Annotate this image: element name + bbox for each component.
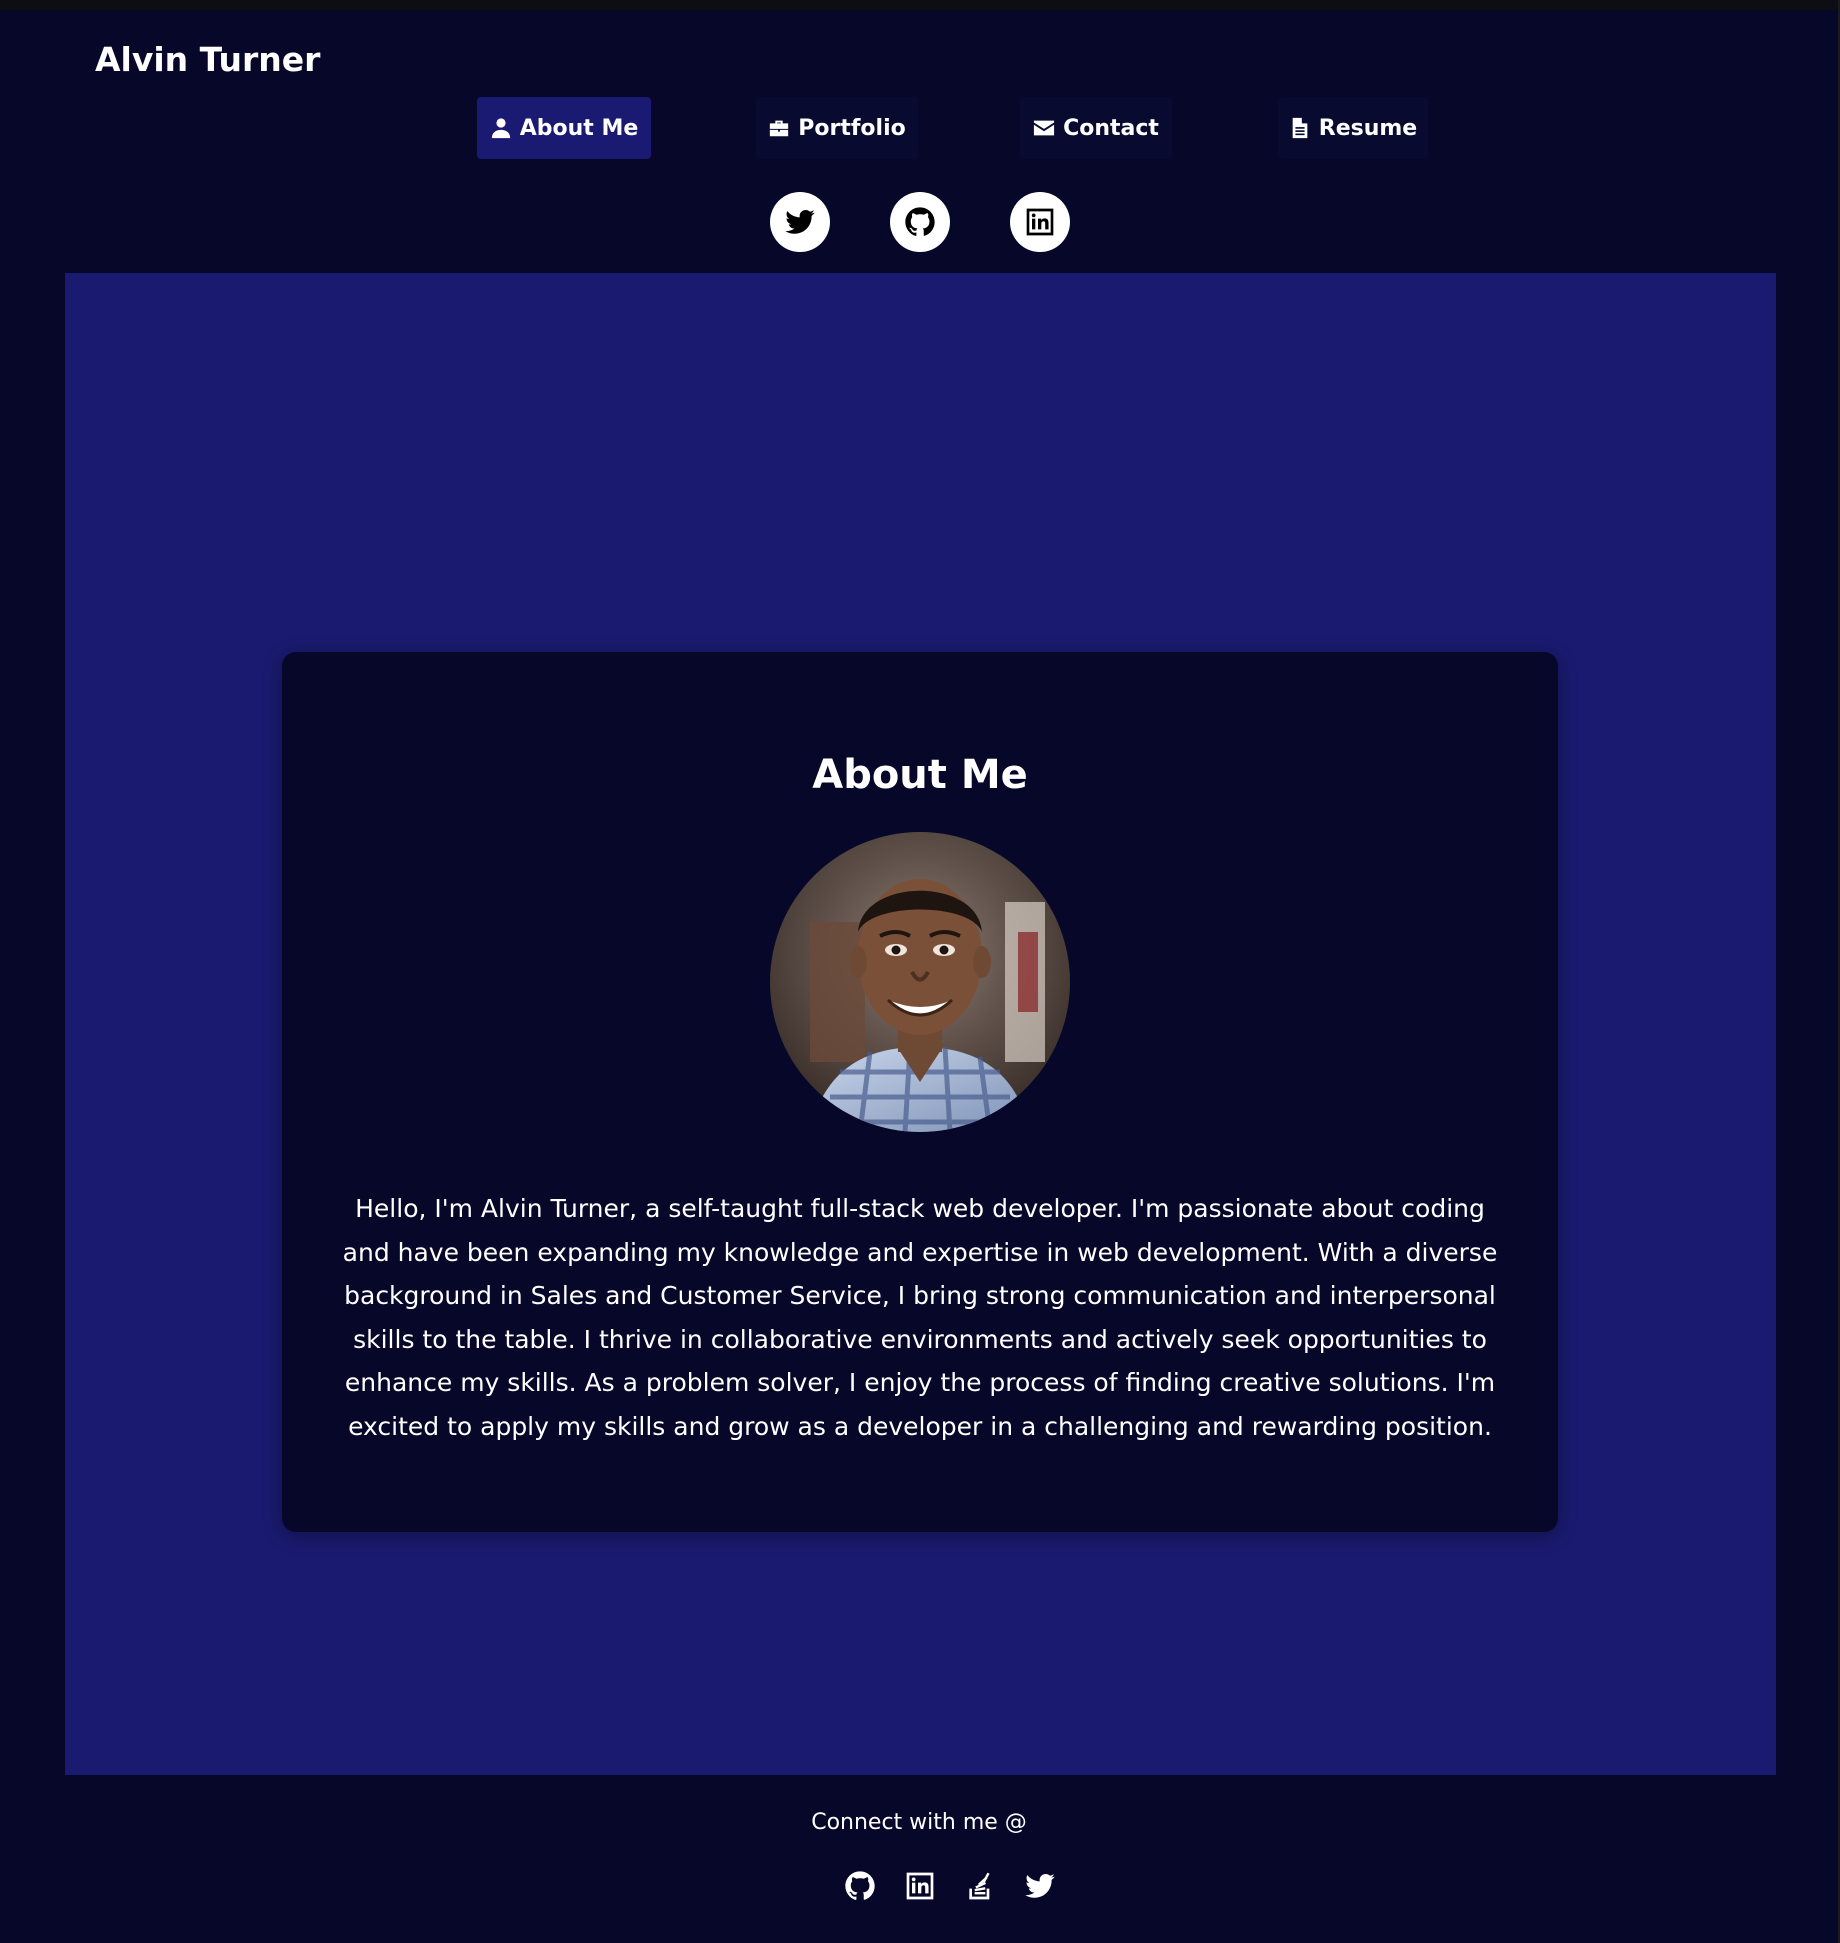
github-icon xyxy=(845,1871,875,1900)
profile-photo xyxy=(770,832,1070,1132)
nav-resume-label: Resume xyxy=(1318,115,1418,141)
envelope-icon xyxy=(1033,120,1055,136)
briefcase-icon xyxy=(770,120,789,137)
linkedin-icon xyxy=(1026,208,1054,236)
header-social-links xyxy=(0,192,1838,254)
nav-resume[interactable]: Resume xyxy=(1278,97,1428,159)
user-icon xyxy=(491,118,510,139)
nav-portfolio[interactable]: Portfolio xyxy=(756,97,918,159)
main-nav: About Me Portfolio Contact Resume xyxy=(0,97,1838,159)
about-title: About Me xyxy=(812,752,1028,798)
stackoverflow-icon xyxy=(969,1872,990,1900)
footer-stackoverflow-link[interactable] xyxy=(964,1870,996,1902)
footer-social-links xyxy=(0,1870,1838,1904)
site-header: Alvin Turner About Me Portfolio Contact … xyxy=(0,10,1838,273)
left-margin xyxy=(0,273,65,1775)
header-twitter-link[interactable] xyxy=(770,192,830,252)
footer-connect-text: Connect with me @ xyxy=(811,1810,1027,1835)
site-footer: Connect with me @ xyxy=(0,1775,1838,1943)
github-icon xyxy=(905,207,935,236)
footer-github-link[interactable] xyxy=(844,1870,876,1902)
right-margin xyxy=(1776,273,1838,1775)
nav-contact[interactable]: Contact xyxy=(1020,97,1172,159)
nav-about-me-label: About Me xyxy=(519,115,639,141)
window-top-bar xyxy=(0,0,1840,10)
nav-about-me[interactable]: About Me xyxy=(477,97,651,159)
document-icon xyxy=(1292,117,1308,139)
about-card: About Me Hello, I'm Alvin Turner, a self… xyxy=(282,652,1558,1532)
footer-linkedin-link[interactable] xyxy=(904,1870,936,1902)
footer-twitter-link[interactable] xyxy=(1024,1870,1056,1902)
nav-contact-label: Contact xyxy=(1063,115,1159,141)
brand-name[interactable]: Alvin Turner xyxy=(95,40,320,79)
header-linkedin-link[interactable] xyxy=(1010,192,1070,252)
header-github-link[interactable] xyxy=(890,192,950,252)
about-bio: Hello, I'm Alvin Turner, a self-taught f… xyxy=(342,1194,1498,1441)
twitter-icon xyxy=(1025,1874,1055,1898)
linkedin-icon xyxy=(906,1872,934,1900)
nav-portfolio-label: Portfolio xyxy=(798,115,906,141)
twitter-icon xyxy=(785,210,815,234)
